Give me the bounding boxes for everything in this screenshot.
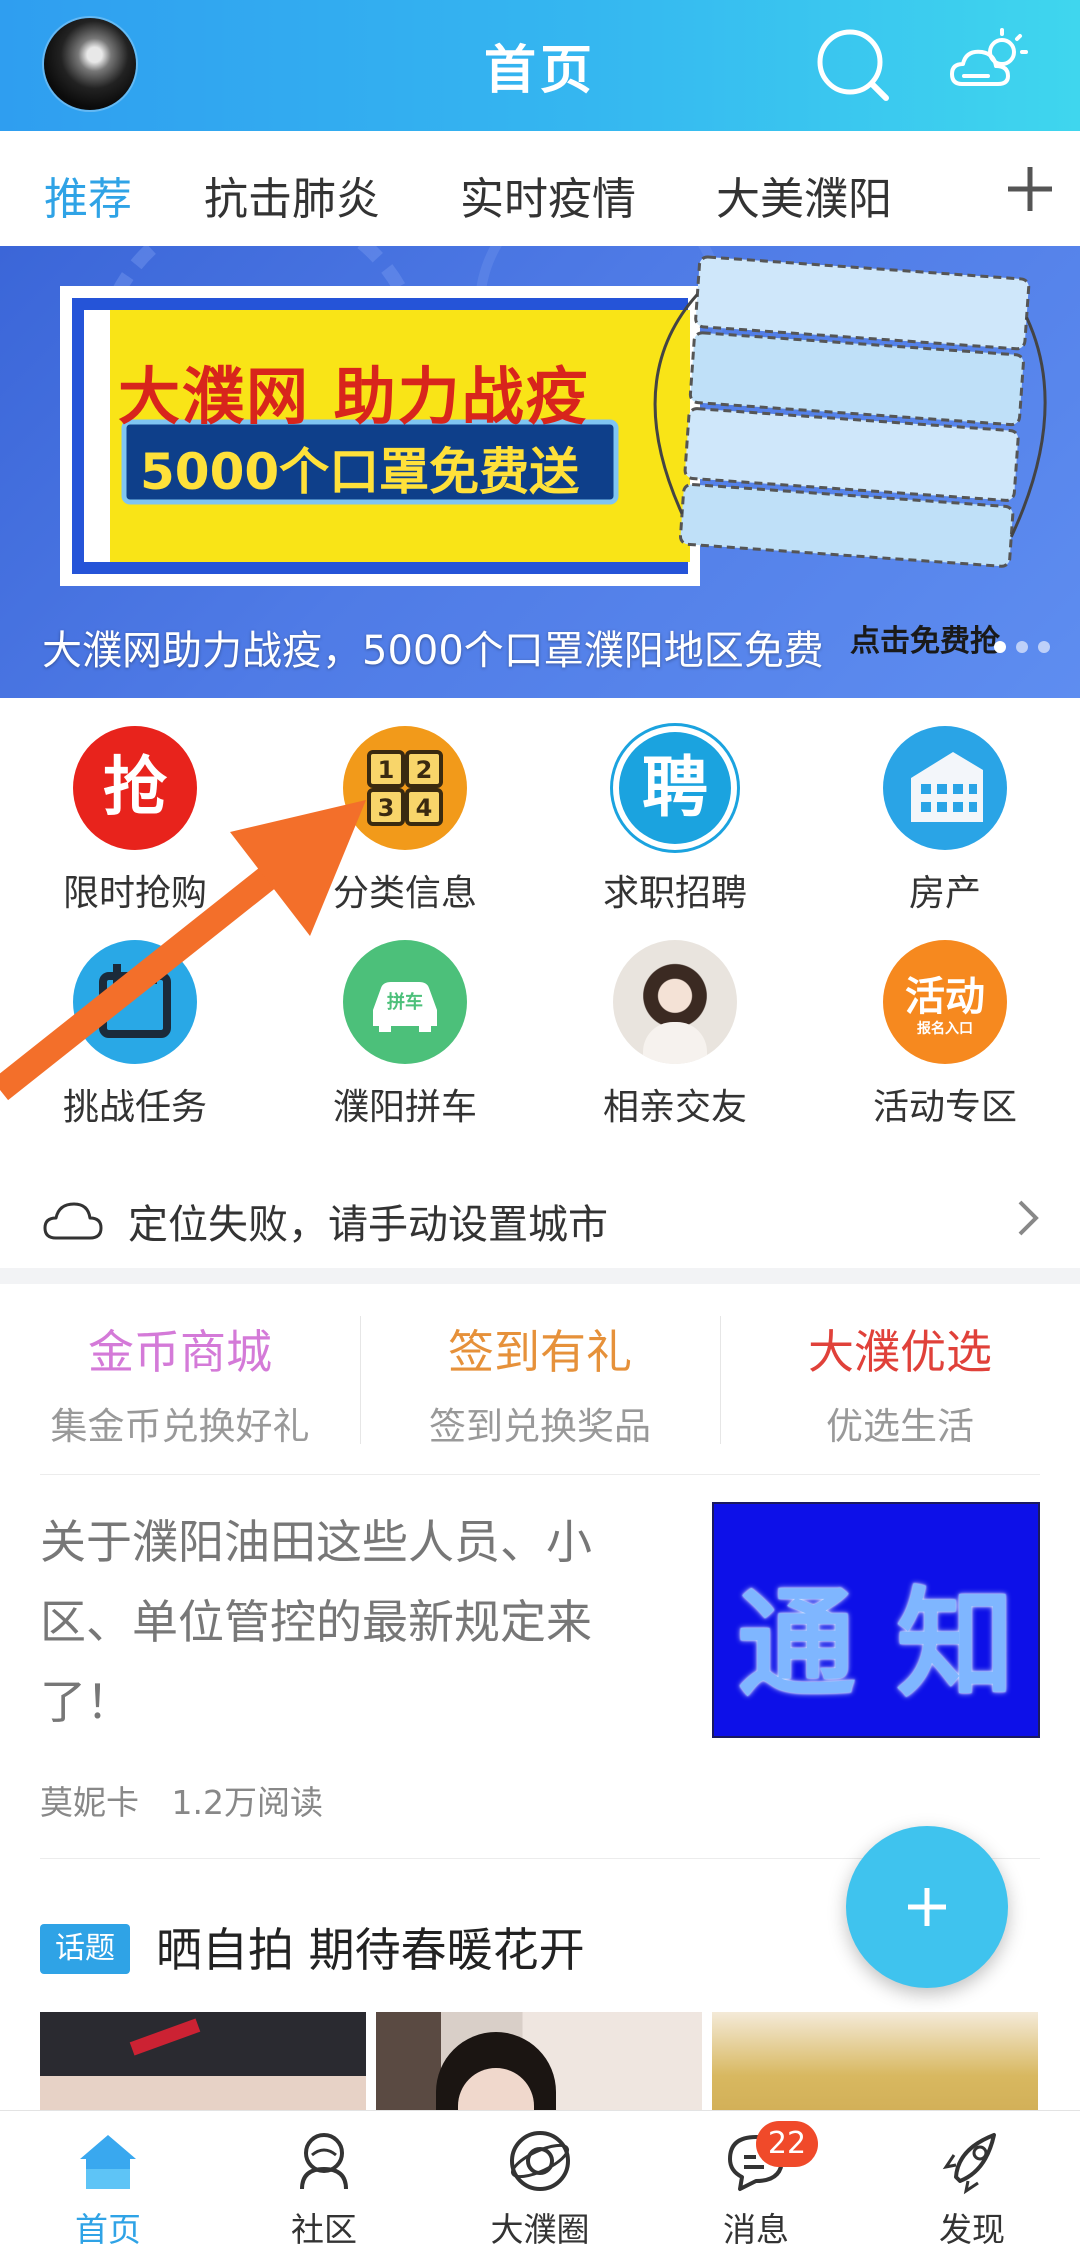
nav-label: 发现	[939, 2210, 1005, 2249]
cell-subtitle: 集金币兑换好礼	[50, 1405, 310, 1448]
news-meta: 莫妮卡 1.2万阅读	[40, 1776, 323, 1824]
search-icon[interactable]	[810, 22, 896, 108]
annotation-arrow	[0, 800, 366, 1101]
tabs-fade	[940, 131, 1000, 246]
news-thumb-text: 通 知	[737, 1575, 1015, 1713]
divider	[40, 1474, 1040, 1475]
topic-title[interactable]: 晒自拍 期待春暖花开	[156, 1914, 585, 1980]
home-icon	[80, 2135, 136, 2189]
cell-title: 签到有礼	[448, 1325, 632, 1379]
event-sub-glyph: 报名入口	[917, 1021, 973, 1037]
banner-headline: 大濮网 助力战疫	[118, 360, 590, 433]
tab-beautiful-puyang[interactable]: 大美濮阳	[716, 163, 892, 227]
carousel-dot	[1038, 641, 1050, 653]
portrait-icon	[613, 940, 737, 1064]
cell-subtitle: 优选生活	[826, 1405, 974, 1448]
carousel-indicator	[984, 638, 1050, 657]
svg-text:2: 2	[416, 756, 433, 784]
shortcut-jobs[interactable]: 聘 求职招聘	[540, 726, 810, 916]
section-divider	[0, 1268, 1080, 1284]
nav-discover[interactable]: 发现	[864, 2111, 1080, 2253]
add-channel-icon[interactable]	[1002, 161, 1058, 217]
nav-messages[interactable]: 22 消息	[648, 2111, 864, 2253]
cloud-icon	[43, 1202, 103, 1240]
plus-icon	[908, 1888, 946, 1926]
top-header: 首页	[0, 0, 1080, 131]
svg-text:4: 4	[416, 794, 433, 822]
shortcut-label: 相亲交友	[602, 1087, 747, 1128]
daqu-select-entry[interactable]: 大濮优选 优选生活	[720, 1316, 1080, 1450]
tab-recommend[interactable]: 推荐	[44, 163, 132, 227]
banner-caption: 大濮网助力战疫，5000个口罩濮阳地区免费	[42, 628, 824, 674]
nav-label: 首页	[75, 2210, 141, 2249]
nav-circle[interactable]: 大濮圈	[432, 2111, 648, 2253]
topic-tag: 话题	[40, 1924, 130, 1974]
channel-tabs: 推荐 抗击肺炎 实时疫情 大美濮阳	[0, 131, 1080, 247]
nav-community[interactable]: 社区	[216, 2111, 432, 2253]
svg-text:1: 1	[378, 756, 395, 784]
unread-badge: 22	[756, 2121, 818, 2167]
cell-title: 金币商城	[88, 1325, 272, 1379]
news-thumbnail: 通 知	[712, 1502, 1040, 1738]
nav-label: 消息	[723, 2210, 789, 2249]
shortcut-dating[interactable]: 相亲交友	[540, 940, 810, 1130]
event-icon: 活动 报名入口	[883, 940, 1007, 1064]
shortcut-events[interactable]: 活动 报名入口 活动专区	[810, 940, 1080, 1130]
building-icon	[883, 726, 1007, 850]
weather-icon[interactable]	[944, 22, 1030, 108]
compose-button[interactable]	[846, 1826, 1008, 1988]
nav-label: 大濮圈	[490, 2210, 590, 2249]
banner-subline: 5000个口罩免费送	[140, 443, 580, 501]
coin-mall-entry[interactable]: 金币商城 集金币兑换好礼	[0, 1316, 360, 1450]
tab-live-epidemic[interactable]: 实时疫情	[460, 163, 636, 227]
location-text: 定位失败，请手动设置城市	[128, 1202, 608, 1248]
location-bar[interactable]: 定位失败，请手动设置城市	[0, 1168, 1080, 1268]
nav-label: 社区	[291, 2210, 357, 2249]
banner-side-text: 点击免费抢	[850, 624, 1000, 659]
community-icon	[300, 2133, 348, 2190]
chevron-right-icon	[1018, 1200, 1039, 1236]
promo-banner[interactable]: 大濮网 助力战疫 5000个口罩免费送 点击免费抢 大濮网助力战疫，5000个口…	[0, 246, 1080, 698]
rocket-icon	[942, 2133, 996, 2195]
shortcut-label: 活动专区	[872, 1087, 1017, 1128]
news-author: 莫妮卡	[40, 1783, 139, 1822]
bottom-nav: 首页 社区 大濮圈 22 消息 发现	[0, 2110, 1080, 2253]
news-reads: 1.2万阅读	[171, 1783, 323, 1822]
carousel-dot	[994, 641, 1006, 653]
carousel-dot	[1016, 641, 1028, 653]
tab-fight-pneumonia[interactable]: 抗击肺炎	[204, 163, 380, 227]
shortcut-label: 求职招聘	[602, 873, 747, 914]
shortcut-label: 房产	[908, 873, 981, 914]
shortcut-real-estate[interactable]: 房产	[810, 726, 1080, 916]
job-icon: 聘	[613, 726, 737, 850]
planet-icon	[510, 2131, 570, 2191]
cell-subtitle: 签到兑换奖品	[429, 1405, 651, 1448]
news-title: 关于濮阳油田这些人员、小区、单位管控的最新规定来了！	[40, 1515, 592, 1729]
event-glyph: 活动	[905, 974, 985, 1020]
job-glyph: 聘	[642, 749, 708, 826]
photo-detail	[129, 2018, 201, 2056]
nav-home[interactable]: 首页	[0, 2111, 216, 2253]
check-in-entry[interactable]: 签到有礼 签到兑换奖品	[360, 1316, 720, 1450]
cell-title: 大濮优选	[808, 1325, 992, 1379]
page-title: 首页	[483, 41, 596, 101]
